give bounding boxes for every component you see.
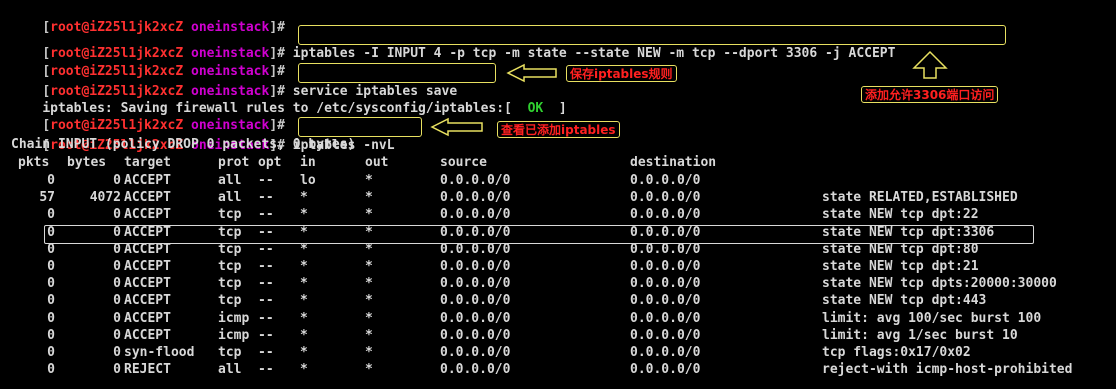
annotation-list: 查看已添加iptables: [497, 121, 620, 138]
arrow-left-icon: [430, 117, 483, 137]
arrow-up-icon: [912, 50, 948, 79]
arrow-left-icon: [506, 63, 557, 83]
annotation-arrows: [430, 50, 948, 137]
annotation-save: 保存iptables规则: [566, 65, 677, 82]
annotation-add-rule: 添加允许3306端口访问: [861, 86, 999, 103]
terminal-window[interactable]: [root@iZ25l1jk2xcZ oneinstack]# [root@iZ…: [0, 0, 1116, 389]
